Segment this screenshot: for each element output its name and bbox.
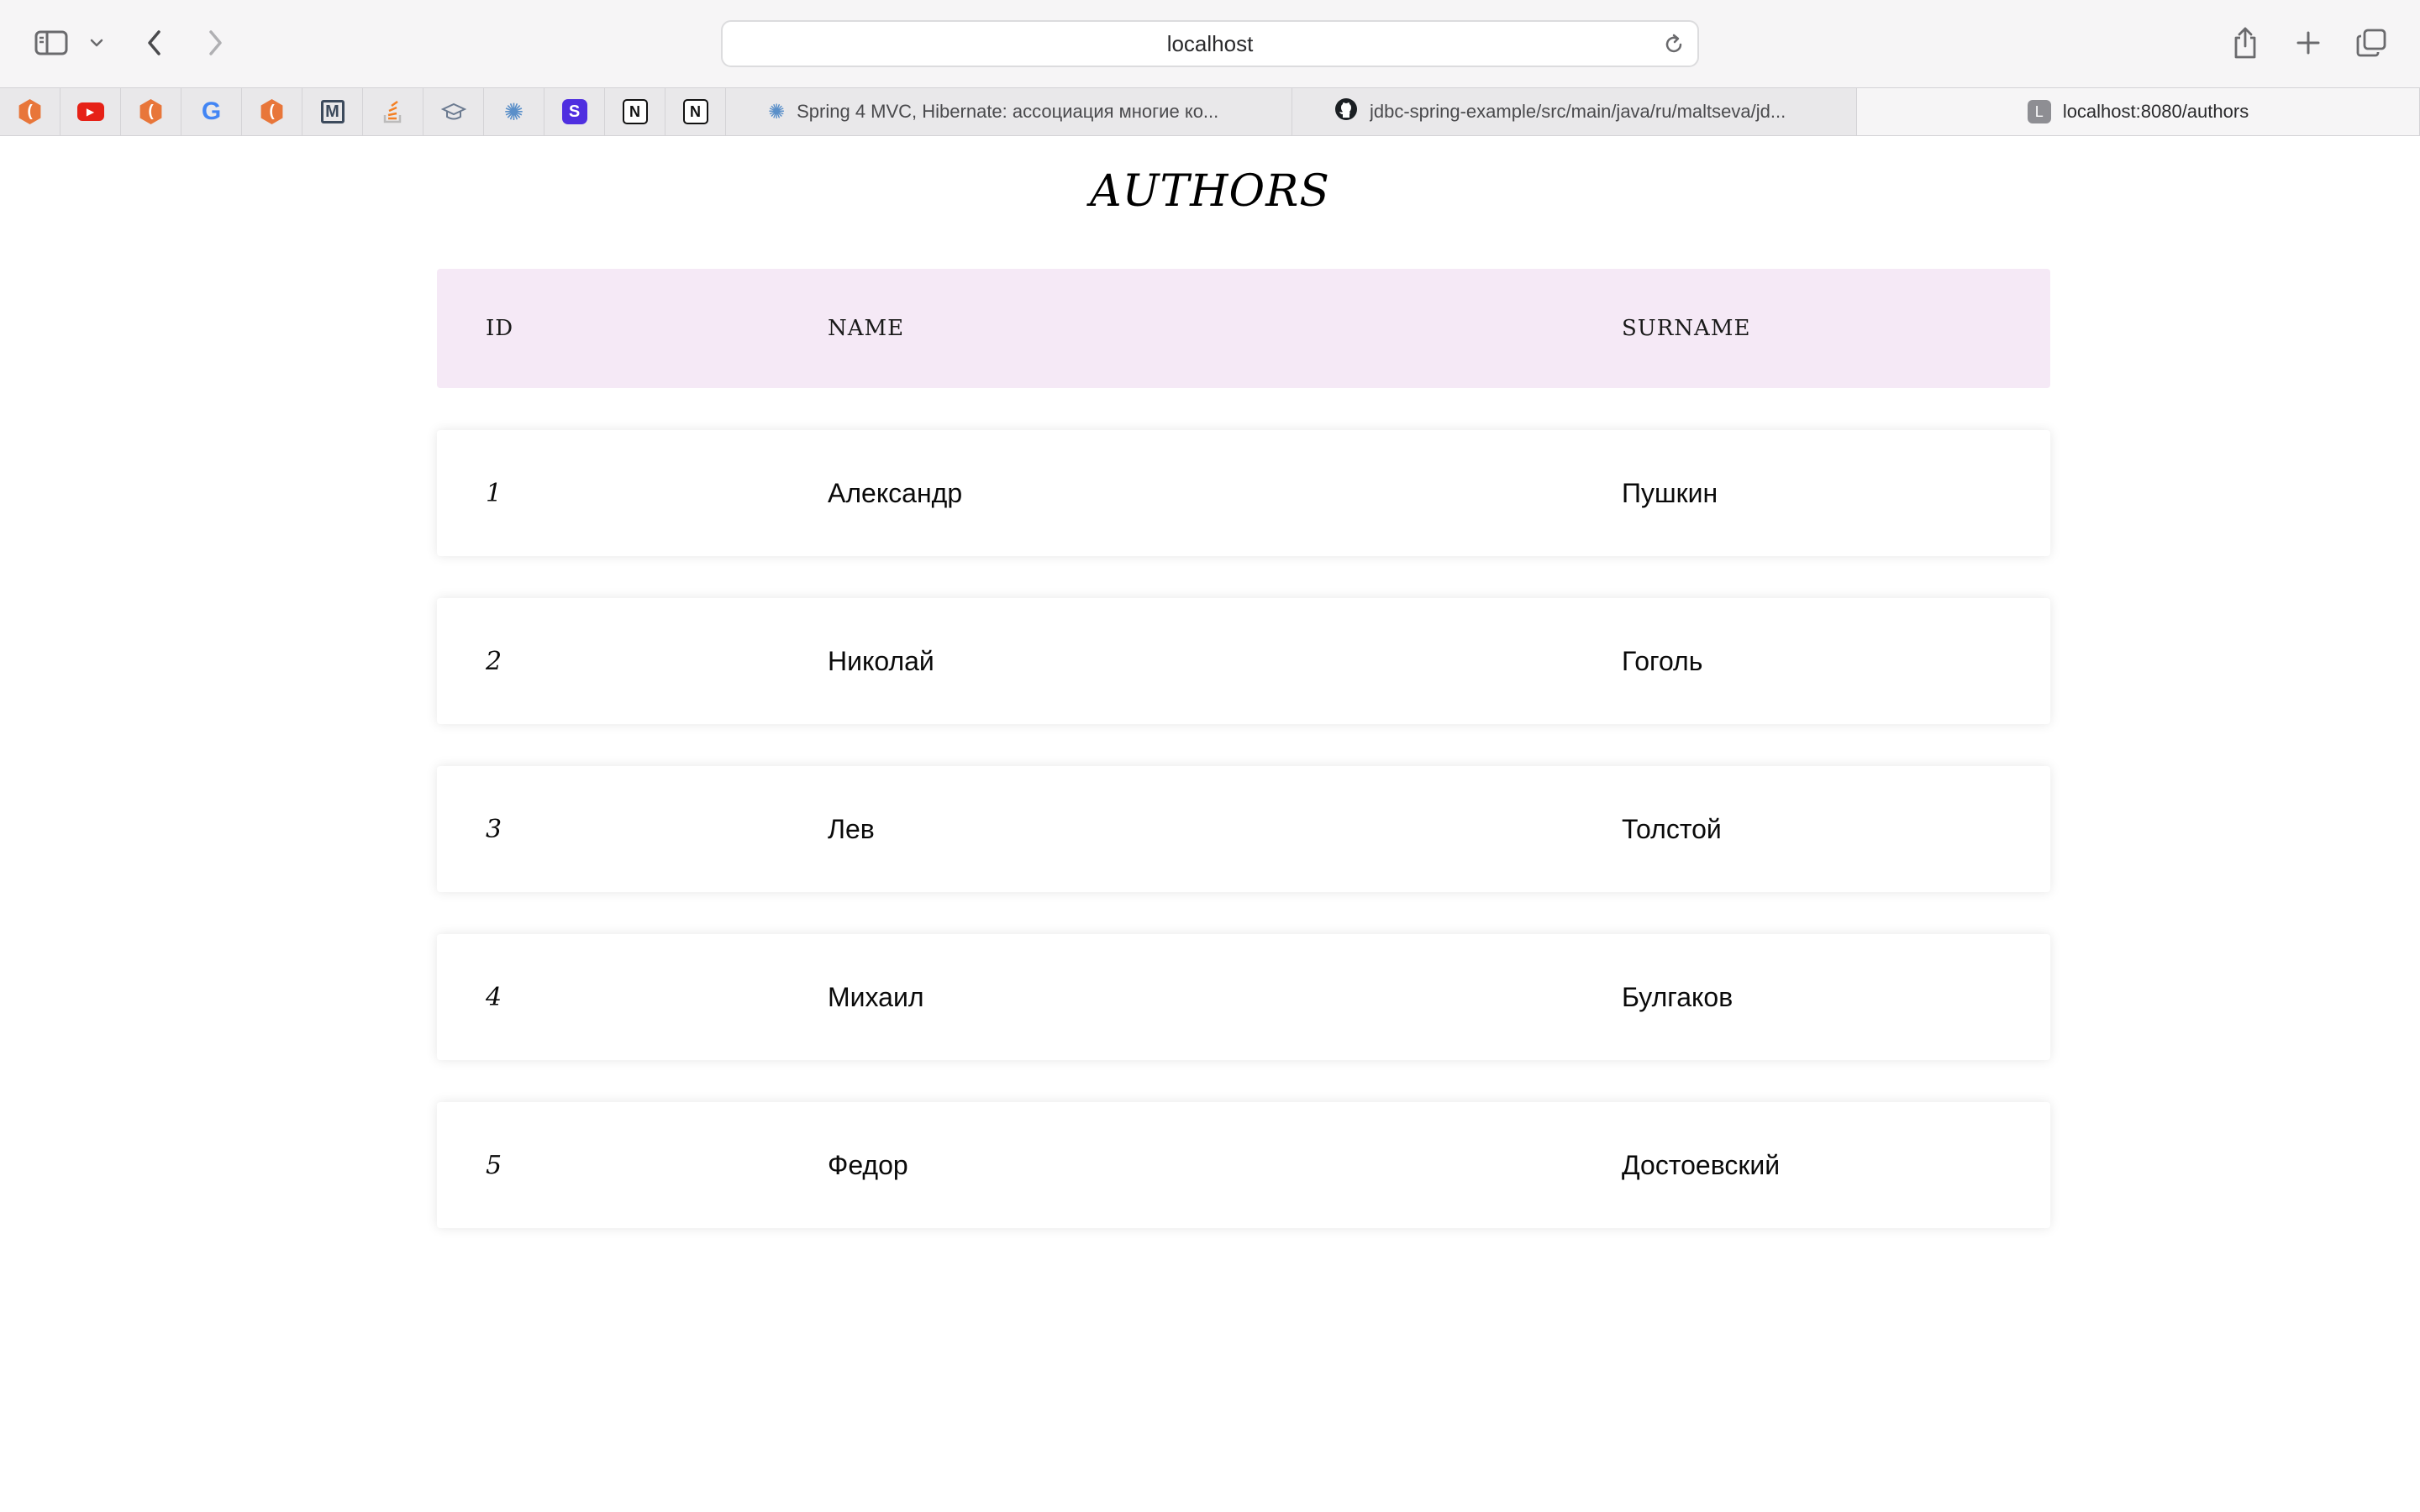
youtube-icon: ▶: [76, 102, 104, 121]
chevron-down-icon: [90, 39, 103, 47]
cell-name: Николай: [828, 645, 934, 676]
google-icon: G: [201, 97, 222, 125]
table-row: 5 Федор Достоевский: [437, 1102, 2050, 1228]
github-icon: [1334, 97, 1358, 126]
cell-name: Лев: [828, 813, 875, 844]
column-header-surname: SURNAME: [1622, 316, 1751, 341]
cell-id: 4: [486, 982, 502, 1012]
share-button[interactable]: [2227, 22, 2264, 64]
pinned-tab-2[interactable]: ▶: [60, 88, 121, 135]
chevron-left-icon: [148, 30, 160, 55]
tab-overview-button[interactable]: [2353, 25, 2390, 60]
cell-surname: Гоголь: [1622, 645, 1703, 676]
pinned-tab-8[interactable]: [424, 88, 484, 135]
notion-icon: N: [622, 99, 648, 124]
hexagon-orange-icon: (: [260, 99, 283, 124]
tab-title: jdbc-spring-example/src/main/java/ru/mal…: [1370, 101, 1786, 122]
pinned-tab-12[interactable]: N: [666, 88, 726, 135]
column-header-name: NAME: [828, 316, 905, 341]
forward-button[interactable]: [198, 24, 232, 62]
cell-id: 3: [486, 814, 502, 844]
gear-blue-icon: ✺: [768, 100, 786, 123]
notion-icon: N: [682, 99, 708, 124]
table-row: 3 Лев Толстой: [437, 766, 2050, 892]
cell-surname: Достоевский: [1622, 1149, 1781, 1180]
new-tab-button[interactable]: [2291, 25, 2326, 60]
table-row: 4 Михаил Булгаков: [437, 934, 2050, 1060]
cell-surname: Толстой: [1622, 813, 1722, 844]
plus-icon: [2296, 31, 2320, 55]
reload-icon[interactable]: [1662, 33, 1686, 56]
pinned-tab-1[interactable]: (: [0, 88, 60, 135]
pinned-tab-5[interactable]: (: [242, 88, 302, 135]
tab-overview-icon: [2356, 29, 2386, 57]
tab-bar: ( ▶ ( G ( M ✺ S N N ✺ Spring 4 MVC, Hibe…: [0, 87, 2420, 136]
address-bar[interactable]: localhost: [721, 20, 1699, 67]
cell-surname: Булгаков: [1622, 981, 1733, 1012]
hexagon-orange-icon: (: [18, 99, 41, 124]
tab-title: Spring 4 MVC, Hibernate: ассоциация мног…: [797, 101, 1219, 122]
cell-id: 2: [486, 646, 502, 676]
tab-github-jdbc[interactable]: jdbc-spring-example/src/main/java/ru/mal…: [1292, 88, 1857, 135]
browser-toolbar: localhost: [0, 0, 2420, 87]
column-header-id: ID: [486, 316, 514, 341]
tab-group-dropdown-button[interactable]: [84, 30, 109, 55]
sidebar-icon: [34, 30, 68, 55]
cell-name: Михаил: [828, 981, 924, 1012]
page-title: AUTHORS: [1090, 166, 1330, 217]
tab-localhost-authors[interactable]: L localhost:8080/authors: [1857, 88, 2420, 135]
gmail-m-icon: M: [320, 100, 345, 123]
pinned-tab-3[interactable]: (: [121, 88, 182, 135]
sidebar-toggle-button[interactable]: [32, 25, 71, 60]
share-icon: [2234, 27, 2256, 59]
pinned-tab-9[interactable]: ✺: [484, 88, 544, 135]
graduation-cap-icon: [440, 99, 466, 124]
cell-name: Федор: [828, 1149, 908, 1180]
table-row: 2 Николай Гоголь: [437, 598, 2050, 724]
address-bar-url: localhost: [1166, 30, 1254, 56]
pinned-tab-4[interactable]: G: [182, 88, 242, 135]
table-row: 1 Александр Пушкин: [437, 430, 2050, 556]
hexagon-orange-icon: (: [139, 99, 162, 124]
pinned-tab-7[interactable]: [363, 88, 424, 135]
tab-title: localhost:8080/authors: [2062, 101, 2249, 122]
gear-blue-icon: ✺: [503, 98, 524, 125]
cell-id: 1: [486, 478, 502, 508]
table-header: ID NAME SURNAME: [437, 269, 2050, 388]
pinned-tab-10[interactable]: S: [544, 88, 605, 135]
cell-surname: Пушкин: [1622, 477, 1718, 508]
cell-name: Александр: [828, 477, 963, 508]
cell-id: 5: [486, 1150, 502, 1180]
pinned-tab-6[interactable]: M: [302, 88, 363, 135]
chevron-right-icon: [209, 30, 222, 55]
s-square-icon: S: [561, 99, 587, 124]
letter-l-icon: L: [2027, 100, 2051, 123]
back-button[interactable]: [138, 24, 171, 62]
pinned-tab-11[interactable]: N: [605, 88, 666, 135]
page-content: AUTHORS ID NAME SURNAME 1 Александр Пушк…: [0, 136, 2420, 1512]
stackoverflow-icon: [381, 99, 406, 124]
tab-spring-mvc[interactable]: ✺ Spring 4 MVC, Hibernate: ассоциация мн…: [726, 88, 1292, 135]
